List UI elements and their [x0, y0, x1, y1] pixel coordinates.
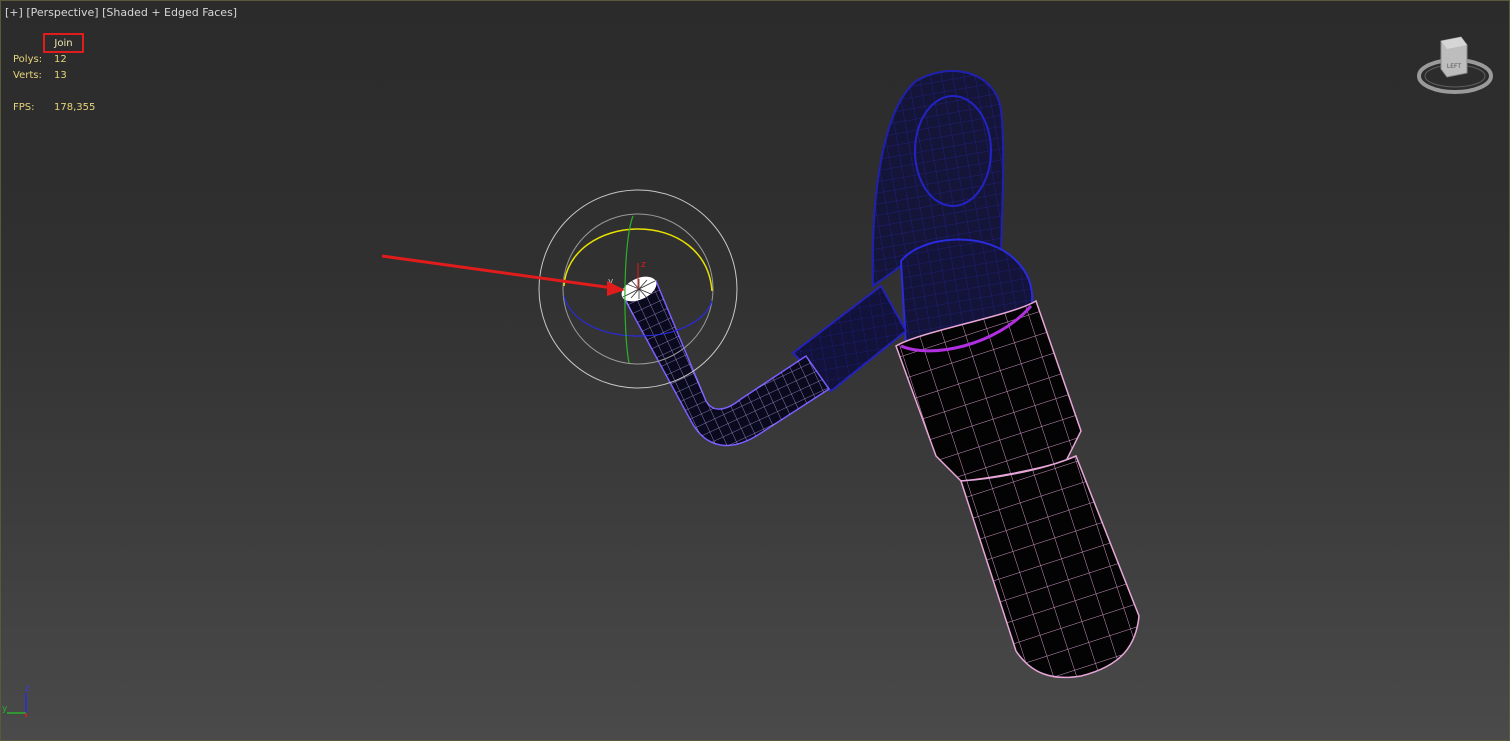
gizmo-z-label: z — [641, 260, 646, 270]
viewcube-face-label: LEFT — [1447, 63, 1461, 70]
viewcube[interactable]: LEFT — [1415, 31, 1495, 101]
scene-canvas[interactable]: z y — [1, 1, 1509, 740]
bent-hose-mesh[interactable] — [618, 272, 831, 447]
axis-tripod: z y — [2, 684, 30, 717]
mount-bracket-mesh[interactable] — [871, 70, 1034, 348]
handle-grip-mesh[interactable] — [895, 299, 1140, 679]
tripod-y-label: y — [2, 704, 8, 714]
annotation-arrow — [381, 254, 625, 296]
tripod-z-label: z — [25, 684, 30, 694]
perspective-viewport[interactable]: [+] [Perspective] [Shaded + Edged Faces]… — [0, 0, 1510, 741]
rotate-gizmo[interactable]: z y — [538, 189, 738, 389]
